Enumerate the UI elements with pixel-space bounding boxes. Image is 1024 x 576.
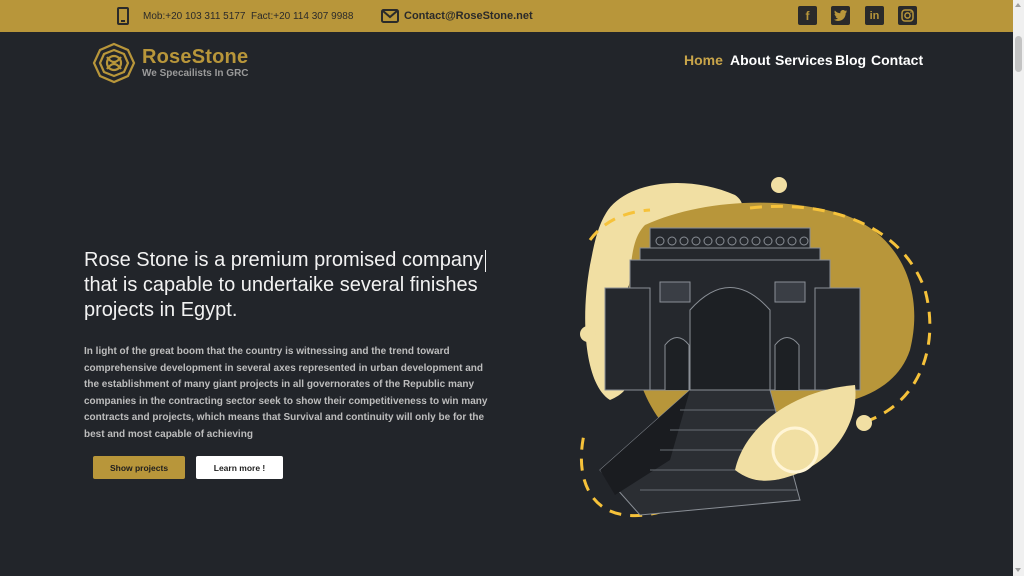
orbit-dot (771, 177, 787, 193)
scroll-up-arrow[interactable] (1015, 3, 1021, 7)
linkedin-icon[interactable]: in (865, 6, 884, 25)
orbit-dot (580, 326, 596, 342)
scroll-down-arrow[interactable] (1015, 568, 1021, 572)
phone-icon (117, 7, 129, 25)
instagram-icon[interactable] (898, 6, 917, 25)
facebook-icon[interactable]: f (798, 6, 817, 25)
text-caret (485, 250, 486, 272)
mail-icon (381, 9, 399, 23)
scroll-thumb[interactable] (1015, 36, 1022, 72)
hero-illustration (579, 177, 932, 518)
learn-more-button[interactable]: Learn more ! (196, 456, 283, 479)
hero-headline: Rose Stone is a premium promised company… (84, 249, 484, 321)
rosestone-logo-icon[interactable] (92, 42, 136, 84)
hero-paragraph: In light of the great boom that the coun… (84, 346, 488, 440)
email-link[interactable]: Contact@RoseStone.net (404, 0, 533, 32)
mobile-number: Mob:+20 103 311 5177 (143, 10, 246, 22)
nav-home[interactable]: Home (684, 52, 723, 72)
show-projects-button[interactable]: Show projects (93, 456, 185, 479)
brand-tagline: We Specailists In GRC (142, 68, 249, 79)
nav-about[interactable]: About (730, 52, 770, 72)
brand-name[interactable]: RoseStone (142, 46, 248, 69)
top-contact-bar: Mob:+20 103 311 5177 Fact:+20 114 307 99… (0, 0, 1013, 32)
nav-contact[interactable]: Contact (871, 52, 923, 72)
nav-blog[interactable]: Blog (835, 52, 866, 72)
nav-services[interactable]: Services (775, 52, 833, 72)
twitter-icon[interactable] (831, 6, 850, 25)
scrollbar[interactable] (1013, 0, 1024, 576)
orbit-dot (856, 415, 872, 431)
fax-number: Fact:+20 114 307 9988 (251, 10, 354, 22)
